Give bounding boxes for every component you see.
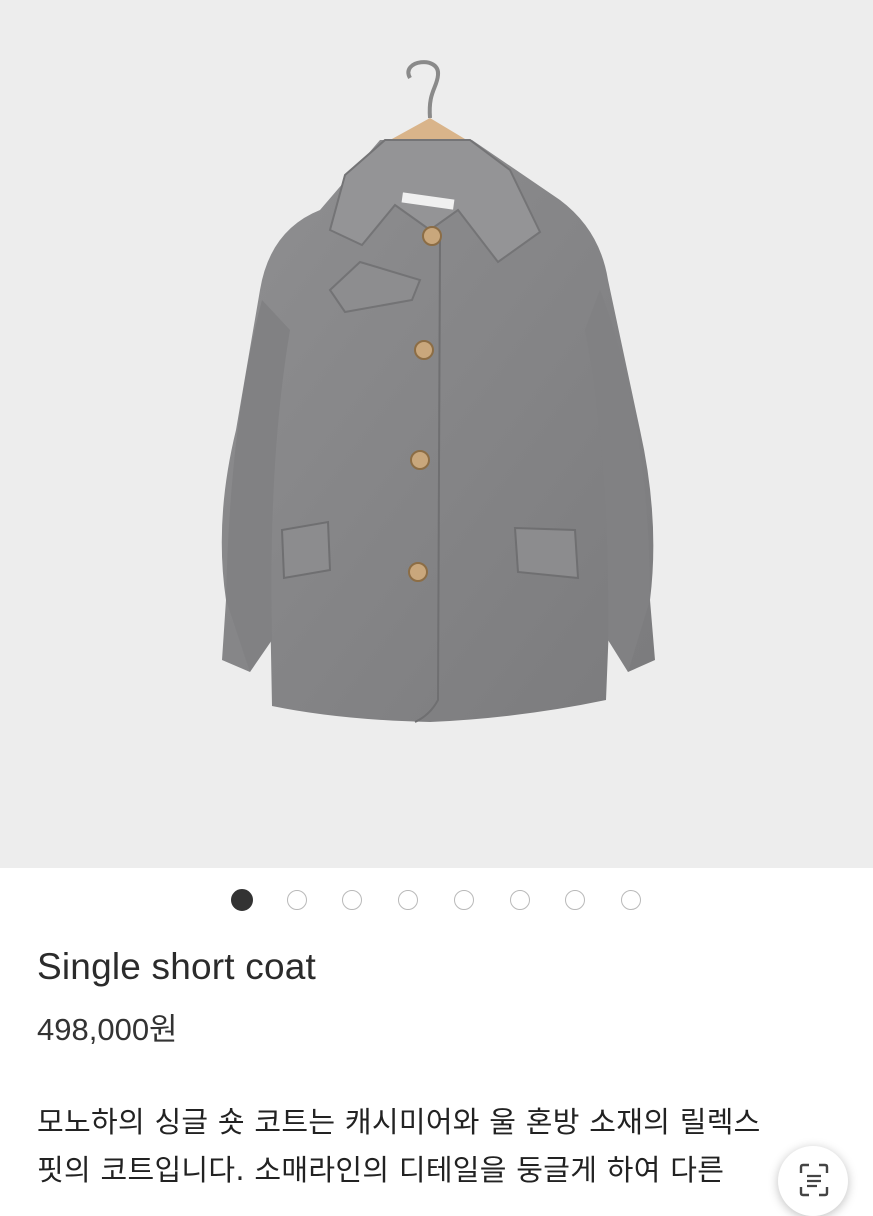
carousel-dot[interactable] xyxy=(231,889,253,911)
carousel-dot[interactable] xyxy=(342,890,362,910)
carousel-dot[interactable] xyxy=(565,890,585,910)
description-line: 모노하의 싱글 숏 코트는 캐시미어와 울 혼방 소재의 릴렉스 xyxy=(37,1105,761,1139)
carousel-dot[interactable] xyxy=(510,890,530,910)
carousel-dot[interactable] xyxy=(287,890,307,910)
description-line: 핏의 코트입니다. 소매라인의 디테일을 둥글게 하여 다른 xyxy=(37,1153,725,1187)
carousel-dot[interactable] xyxy=(454,890,474,910)
scan-icon xyxy=(799,1163,829,1197)
coat-illustration xyxy=(221,60,655,723)
scan-button[interactable] xyxy=(778,1146,848,1216)
product-price: 498,000원 xyxy=(37,1012,178,1047)
product-description: 모노하의 싱글 숏 코트는 캐시미어와 울 혼방 소재의 릴렉스 핏의 코트입니… xyxy=(37,1098,867,1194)
product-title: Single short coat xyxy=(37,946,317,987)
hanger-icon xyxy=(372,60,480,150)
product-image[interactable] xyxy=(0,0,873,868)
carousel-dot[interactable] xyxy=(398,890,418,910)
carousel-indicator xyxy=(0,889,873,914)
carousel-dot[interactable] xyxy=(621,890,641,910)
